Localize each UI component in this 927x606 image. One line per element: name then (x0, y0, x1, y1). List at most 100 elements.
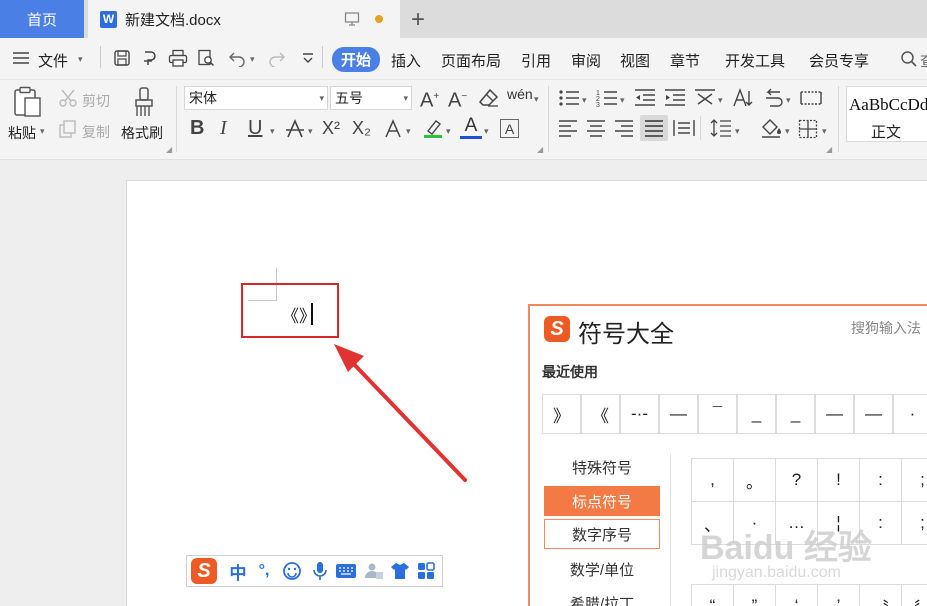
chevron-down-icon[interactable]: ▾ (78, 54, 83, 65)
chevron-down-icon[interactable]: ▾ (620, 95, 625, 106)
chevron-down-icon[interactable]: ▾ (270, 126, 275, 137)
paste-icon[interactable] (12, 86, 42, 118)
symbol-grid-cell[interactable]: ‘ (775, 584, 818, 606)
decrease-font-icon[interactable]: A− (448, 86, 467, 112)
chevron-down-icon[interactable]: ▾ (484, 126, 489, 137)
text-effect-icon[interactable] (382, 118, 404, 140)
copy-label[interactable]: 复制 (82, 122, 110, 142)
tab-insert[interactable]: 插入 (391, 50, 421, 71)
symbol-grid-cell[interactable]: ! (817, 458, 860, 502)
chevron-down-icon[interactable]: ▾ (534, 94, 539, 105)
justify-icon[interactable] (640, 115, 668, 141)
hamburger-icon[interactable] (12, 50, 30, 66)
align-center-icon[interactable] (586, 119, 606, 137)
recent-symbol-cell[interactable]: -·- (620, 394, 659, 434)
clipboard-expand-icon[interactable]: ◢ (166, 145, 172, 154)
tab-page-layout[interactable]: 页面布局 (441, 50, 501, 71)
shading-icon[interactable] (760, 118, 782, 138)
italic-button[interactable]: I (220, 117, 227, 139)
tab-references[interactable]: 引用 (521, 50, 551, 71)
tab-developer[interactable]: 开发工具 (725, 50, 785, 71)
scissors-icon[interactable] (58, 88, 78, 108)
increase-indent-icon[interactable] (664, 88, 686, 108)
bold-button[interactable]: B (190, 117, 204, 139)
paste-dropdown-icon[interactable]: ▾ (40, 126, 45, 137)
strikethrough-icon[interactable] (284, 118, 306, 140)
undo-dropdown-icon[interactable]: ▾ (250, 54, 255, 65)
superscript-button[interactable]: X² (322, 117, 340, 139)
subscript-button[interactable]: X₂ (352, 117, 371, 139)
numbered-list-icon[interactable]: 123 (596, 88, 618, 108)
character-border-icon[interactable]: A (500, 119, 519, 138)
recent-symbol-cell[interactable]: 》 (542, 394, 581, 434)
sort-icon[interactable] (732, 88, 754, 108)
print-icon[interactable] (164, 45, 192, 71)
menu-file[interactable]: 文件 (38, 50, 68, 71)
tab-member[interactable]: 会员专享 (809, 50, 869, 71)
symbol-category-item[interactable]: 数字序号 (544, 519, 660, 549)
user-card-icon[interactable] (363, 560, 385, 582)
export-icon[interactable] (136, 45, 164, 71)
symbol-category-item[interactable]: 数学/单位 (544, 554, 660, 584)
copy-icon[interactable] (58, 119, 78, 139)
tab-home[interactable]: 首页 (0, 0, 84, 38)
symbol-grid-cell[interactable]: : (859, 458, 902, 502)
keyboard-icon[interactable] (335, 560, 357, 582)
print-preview-icon[interactable] (192, 45, 220, 71)
line-spacing-icon[interactable] (710, 118, 732, 138)
chevron-down-icon[interactable]: ▾ (718, 95, 723, 106)
recent-symbol-cell[interactable]: — (659, 394, 698, 434)
chevron-down-icon[interactable]: ▾ (582, 95, 587, 106)
symbol-grid-cell[interactable]: “ (691, 584, 734, 606)
recent-symbol-cell[interactable]: — (854, 394, 893, 434)
chevron-down-icon[interactable]: ▾ (822, 126, 827, 137)
save-icon[interactable] (108, 45, 136, 71)
font-name-select[interactable]: 宋体 ▾ (184, 86, 328, 110)
show-hide-marks-icon[interactable] (762, 88, 784, 108)
distributed-icon[interactable] (673, 119, 695, 137)
pinyin-guide-icon[interactable]: wén (507, 86, 533, 102)
recent-symbol-cell[interactable]: _ (776, 394, 815, 434)
font-size-select[interactable]: 五号 ▾ (330, 86, 412, 110)
chinese-layout-icon[interactable] (694, 88, 716, 108)
monitor-icon[interactable] (344, 11, 360, 27)
format-painter-icon[interactable] (132, 86, 156, 118)
underline-button[interactable]: U (248, 117, 262, 139)
symbol-grid-cell[interactable]: 〞 (901, 584, 927, 606)
symbol-grid-cell[interactable]: , (691, 458, 734, 502)
align-right-icon[interactable] (614, 119, 634, 137)
chevron-down-icon[interactable]: ▾ (735, 126, 740, 137)
increase-font-icon[interactable]: A+ (420, 86, 439, 112)
emoji-icon[interactable] (281, 560, 303, 582)
new-tab-plus-icon[interactable]: + (411, 6, 425, 34)
sogou-logo-icon[interactable]: S (191, 558, 217, 584)
symbol-grid-cell[interactable]: ” (733, 584, 776, 606)
font-expand-icon[interactable]: ◢ (537, 145, 543, 154)
bullet-list-icon[interactable] (558, 88, 580, 108)
symbol-grid-cell[interactable]: ? (775, 458, 818, 502)
symbol-category-item[interactable]: 标点符号 (544, 486, 660, 516)
symbol-grid-cell[interactable]: ’ (817, 584, 860, 606)
tab-start[interactable]: 开始 (332, 47, 380, 72)
cut-label[interactable]: 剪切 (82, 91, 110, 111)
borders-icon[interactable] (798, 119, 818, 139)
paragraph-expand-icon[interactable]: ◢ (826, 145, 832, 154)
font-color-icon[interactable]: A (460, 116, 482, 139)
microphone-icon[interactable] (309, 560, 331, 582)
recent-symbol-cell[interactable]: — (815, 394, 854, 434)
style-gallery-normal[interactable]: AaBbCcDd 正文 (846, 86, 927, 142)
search-label[interactable]: 查 (920, 50, 927, 71)
format-painter-label[interactable]: 格式刷 (121, 123, 163, 143)
symbol-grid-cell[interactable]: ; (901, 501, 927, 545)
ime-punct-toggle[interactable]: °, (253, 560, 275, 582)
symbol-grid-cell[interactable]: 。 (733, 458, 776, 502)
align-left-icon[interactable] (558, 119, 578, 137)
paste-label[interactable]: 粘贴 (8, 123, 36, 143)
chevron-down-icon[interactable]: ▾ (786, 95, 791, 106)
eraser-icon[interactable] (478, 88, 500, 108)
ime-language-toggle[interactable]: 中 (227, 560, 249, 583)
symbol-category-item[interactable]: 特殊符号 (544, 452, 660, 482)
skin-shirt-icon[interactable] (389, 560, 411, 582)
undo-icon[interactable] (224, 45, 252, 71)
search-icon[interactable] (900, 50, 918, 68)
